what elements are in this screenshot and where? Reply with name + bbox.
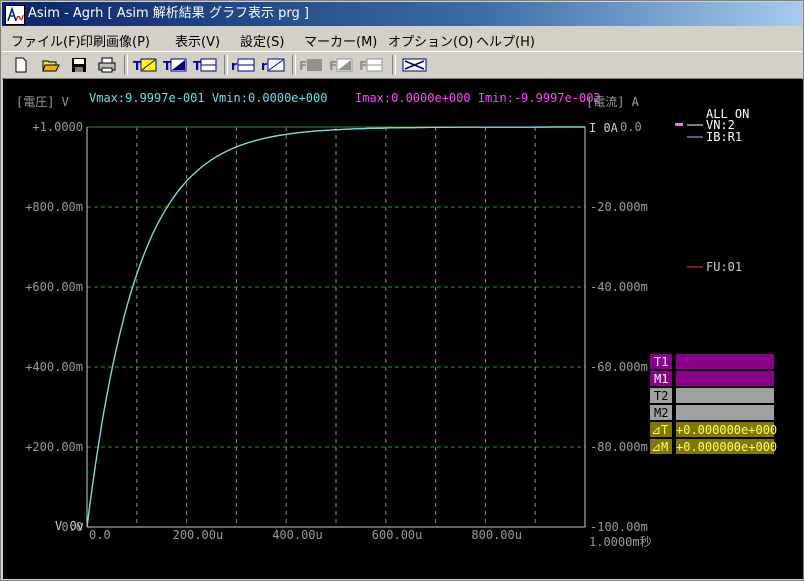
t-ramp-button[interactable]: T: [162, 55, 188, 74]
legend-ib[interactable]: IB:R1: [706, 130, 742, 144]
t-area-icon: T: [133, 58, 157, 73]
t-split-icon: T: [193, 58, 217, 73]
menu-settings[interactable]: 設定(S): [240, 31, 284, 50]
x-tick-label: 600.00u: [372, 528, 423, 542]
t-ramp-icon: T: [163, 58, 187, 73]
f-ramp-icon: F: [329, 58, 353, 73]
left-tick-label: +600.00m: [25, 280, 83, 294]
bottom-left-zero-label: V 0v: [55, 519, 84, 533]
grid-lines: [87, 127, 585, 527]
left-tick-label: +1.0000: [32, 120, 83, 134]
right-tick-label: -100.00m: [590, 520, 648, 534]
marker-dm-label: ⊿M: [651, 440, 668, 454]
marker-t1-value: [676, 354, 774, 369]
r-split-button[interactable]: r: [230, 55, 256, 74]
right-tick-label: -80.000m: [590, 440, 648, 454]
x-tick-label: 200.00u: [173, 528, 224, 542]
f-area-button[interactable]: F: [298, 55, 324, 74]
marker-m2-label: M2: [654, 406, 668, 420]
title-bar: Asim - Agrh [ Asim 解析結果 グラフ表示 prg ]: [2, 2, 802, 26]
legend-fu[interactable]: FU:01: [706, 260, 742, 274]
menu-file[interactable]: ファイル(F): [11, 31, 81, 50]
svg-text:F: F: [329, 59, 337, 73]
marker-t2-value: [676, 388, 774, 403]
f-ramp-button[interactable]: F: [328, 55, 354, 74]
open-button[interactable]: [40, 55, 62, 74]
marker-panel: T1 M1 T2 M2 ⊿T +0.000000e+000 ⊿M +0.0000: [650, 354, 777, 454]
new-icon: [15, 57, 27, 73]
toolbar-separator: [392, 55, 396, 75]
menu-bar: ファイル(F) 印刷画像(P) 表示(V) 設定(S) マーカー(M) オプショ…: [2, 28, 802, 50]
toolbar-separator: [124, 55, 128, 75]
right-tick-label: -40.000m: [590, 280, 648, 294]
right-tick-label: -60.000m: [590, 360, 648, 374]
marker-dt-value: +0.000000e+000: [676, 423, 777, 437]
legend-vn-marker-icon: [675, 123, 683, 126]
menu-help[interactable]: ヘルプ(H): [476, 31, 535, 50]
menu-print-image[interactable]: 印刷画像(P): [80, 31, 150, 50]
toolbar-separator: [292, 55, 296, 75]
x-tick-label: 800.00u: [471, 528, 522, 542]
right-axis-title: [電流] A: [586, 95, 640, 109]
marker-m2-value: [676, 405, 774, 420]
imax-imin-readout: Imax:0.0000e+000 Imin:-9.9997e-002: [355, 91, 601, 105]
swap-icon: [402, 58, 427, 72]
print-icon: [98, 57, 116, 73]
t-split-button[interactable]: T: [192, 55, 218, 74]
r-split-icon: r: [231, 58, 255, 73]
t-area-button[interactable]: T: [132, 55, 158, 74]
marker-t1-label: T1: [654, 355, 668, 369]
save-button[interactable]: [68, 55, 90, 74]
vmax-vmin-readout: Vmax:9.9997e-001 Vmin:0.0000e+000: [89, 91, 327, 105]
menu-option[interactable]: オプション(O): [388, 31, 473, 50]
print-button[interactable]: [96, 55, 118, 74]
right-tick-label: 0.0: [620, 120, 642, 134]
save-icon: [72, 58, 86, 72]
r-ramp-button[interactable]: r: [260, 55, 286, 74]
app-window: Asim - Agrh [ Asim 解析結果 グラフ表示 prg ] ファイル…: [0, 0, 804, 581]
svg-text:F: F: [359, 59, 367, 73]
window-title: Asim - Agrh [ Asim 解析結果 グラフ表示 prg ]: [28, 6, 309, 21]
right-tick-label: -20.000m: [590, 200, 648, 214]
marker-t2-label: T2: [654, 389, 668, 403]
left-tick-label: +200.00m: [25, 440, 83, 454]
x-tick-label: 0.0: [89, 528, 111, 542]
graph-area[interactable]: [電圧] V Vmax:9.9997e-001 Vmin:0.0000e+000…: [3, 79, 803, 579]
new-button[interactable]: [10, 55, 32, 74]
marker-dm-value: +0.000000e+000: [676, 440, 777, 454]
right-zero-prefix: I 0A: [589, 121, 619, 135]
svg-text:r: r: [261, 59, 267, 73]
left-axis-title: [電圧] V: [16, 95, 69, 109]
svg-text:r: r: [231, 59, 237, 73]
open-icon: [42, 60, 60, 72]
r-ramp-icon: r: [261, 58, 285, 73]
marker-dt-label: ⊿T: [651, 423, 668, 437]
left-tick-label: +400.00m: [25, 360, 83, 374]
menu-view[interactable]: 表示(V): [175, 31, 220, 50]
toolbar-separator: [224, 55, 228, 75]
graph-canvas: [電圧] V Vmax:9.9997e-001 Vmin:0.0000e+000…: [16, 91, 777, 549]
f-area-icon: F: [299, 59, 322, 73]
menu-marker[interactable]: マーカー(M): [304, 31, 377, 50]
x-end-label: 1.0000m秒: [589, 535, 652, 549]
app-logo-icon: [5, 5, 25, 25]
left-tick-label: +800.00m: [25, 200, 83, 214]
f-split-button[interactable]: F: [358, 55, 384, 74]
svg-text:F: F: [299, 59, 307, 73]
f-split-icon: F: [359, 58, 383, 73]
toolbar: T T T r r F F F: [2, 51, 802, 79]
x-tick-label: 400.00u: [272, 528, 323, 542]
marker-m1-label: M1: [654, 372, 668, 386]
swap-button[interactable]: [402, 55, 428, 74]
marker-m1-value: [676, 371, 774, 386]
